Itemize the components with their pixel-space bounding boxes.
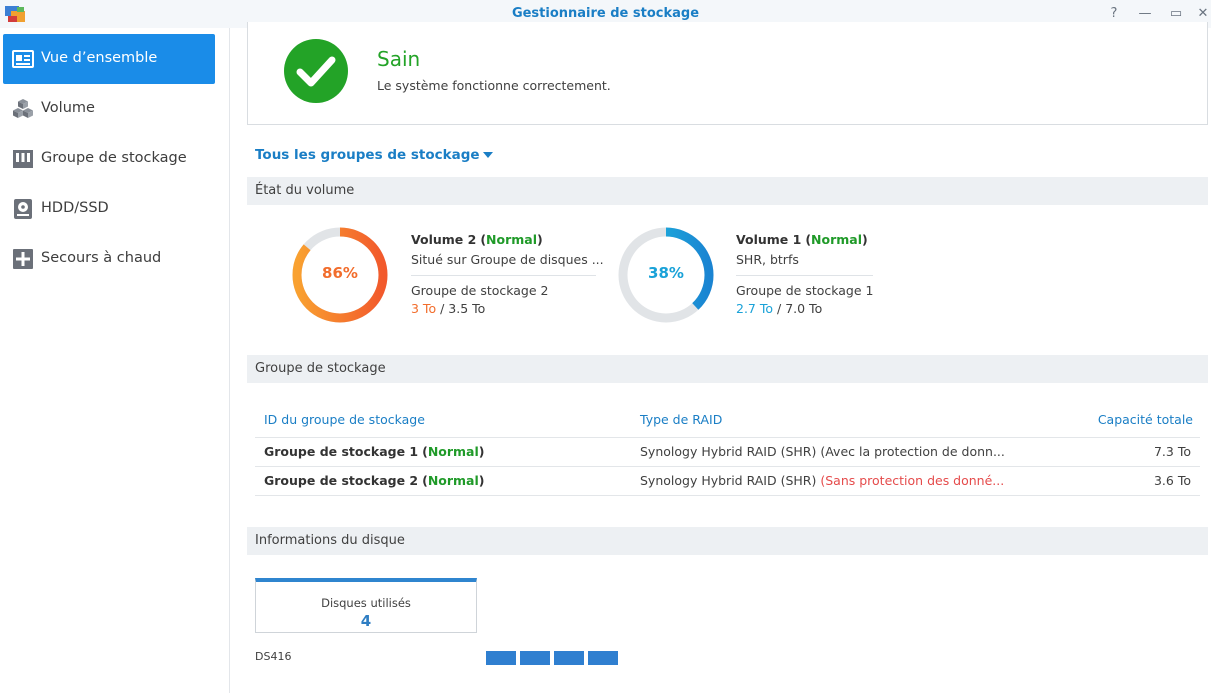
divider [411,275,596,276]
hot-spare-icon [13,249,33,269]
volume-capacity: 3 To / 3.5 To [411,301,485,316]
raid-type-cell: Synology Hybrid RAID (SHR) (Sans protect… [640,473,1005,488]
disks-used-card: Disques utilisés 4 [255,578,477,633]
volume-pool: Groupe de stockage 1 [736,283,874,298]
volume-used: 3 To [411,301,437,316]
volume-pool: Groupe de stockage 2 [411,283,549,298]
column-header-raid-type[interactable]: Type de RAID [640,412,722,427]
volume-location: Situé sur Groupe de disques ... [411,252,604,267]
sidebar-item-label: Groupe de stockage [41,150,187,166]
raid-type-cell: Synology Hybrid RAID (SHR) (Avec la prot… [640,444,1005,459]
volume-status: Normal [811,232,862,247]
volume-name[interactable]: Volume 2 [411,232,476,247]
storage-pool-icon [13,150,33,168]
help-button[interactable]: ? [1104,5,1124,23]
pool-status: Normal [427,473,479,488]
capacity-separator: / [440,301,445,316]
disks-used-label: Disques utilisés [321,596,411,610]
volume-title: Volume 2 (Normal) [411,232,543,247]
sidebar-item-storage-pool[interactable]: Groupe de stockage [3,134,215,184]
section-title: État du volume [255,183,355,198]
cubes-icon [13,99,33,118]
sidebar-item-overview[interactable]: Vue d’ensemble [3,34,215,84]
sidebar-item-label: Volume [41,100,95,116]
volume-status: Normal [486,232,537,247]
disk-slot[interactable] [486,651,516,665]
sidebar-item-hot-spare[interactable]: Secours à chaud [3,234,215,284]
sidebar-item-volume[interactable]: Volume [3,84,215,134]
table-divider [255,495,1200,496]
device-model: DS416 [255,650,292,663]
disk-slot[interactable] [520,651,550,665]
volume-capacity: 2.7 To / 7.0 To [736,301,822,316]
hdd-icon [14,199,32,219]
capacity-cell: 7.3 To [1153,444,1191,459]
protection-status: (Avec la protection de donn... [820,444,1005,459]
divider [736,275,873,276]
volume-total: 7.0 To [785,301,823,316]
volume-location: SHR, btrfs [736,252,799,267]
disk-info-header: Informations du disque [247,527,1208,555]
pool-status: Normal [427,444,479,459]
health-description: Le système fonctionne correctement. [377,78,611,93]
storage-pool-header: Groupe de stockage [247,355,1208,383]
sidebar-item-label: Secours à chaud [41,250,162,266]
volume-status-header: État du volume [247,177,1208,205]
section-title: Groupe de stockage [255,361,386,376]
pool-name-cell: Groupe de stockage 1 (Normal) [264,444,485,459]
storage-pool-filter-dropdown[interactable]: Tous les groupes de stockage [255,147,480,163]
capacity-cell: 3.6 To [1153,473,1191,488]
table-divider [255,437,1200,438]
column-header-pool-id[interactable]: ID du groupe de stockage [264,412,425,427]
close-button[interactable]: ✕ [1193,5,1211,23]
minimize-button[interactable]: — [1135,5,1155,23]
section-title: Informations du disque [255,533,405,548]
window-title: Gestionnaire de stockage [511,6,700,21]
sidebar-item-label: Vue d’ensemble [41,50,158,66]
pool-name-cell: Groupe de stockage 2 (Normal) [264,473,485,488]
maximize-button[interactable]: ▭ [1166,5,1186,23]
volume-title: Volume 1 (Normal) [736,232,868,247]
disk-slot[interactable] [554,651,584,665]
disk-slot[interactable] [588,651,618,665]
protection-status: (Sans protection des donné... [820,473,1005,488]
overview-icon [12,50,34,68]
sidebar-item-label: HDD/SSD [41,200,109,216]
sidebar: Vue d’ensemble Volume Groupe de stockage [0,28,230,693]
capacity-separator: / [777,301,782,316]
caret-down-icon[interactable] [483,150,493,160]
volume-usage-percent: 86% [322,264,358,282]
health-title: Sain [377,47,421,71]
table-divider [255,466,1200,467]
column-header-capacity[interactable]: Capacité totale [1098,412,1193,427]
volume-name[interactable]: Volume 1 [736,232,801,247]
sidebar-item-hdd-ssd[interactable]: HDD/SSD [3,184,215,234]
disks-used-count: 4 [360,612,372,630]
volume-usage-percent: 38% [648,264,684,282]
health-status-panel: Sain Le système fonctionne correctement. [247,22,1208,125]
volume-total: 3.5 To [448,301,486,316]
check-circle-icon [284,39,348,103]
volume-used: 2.7 To [736,301,774,316]
